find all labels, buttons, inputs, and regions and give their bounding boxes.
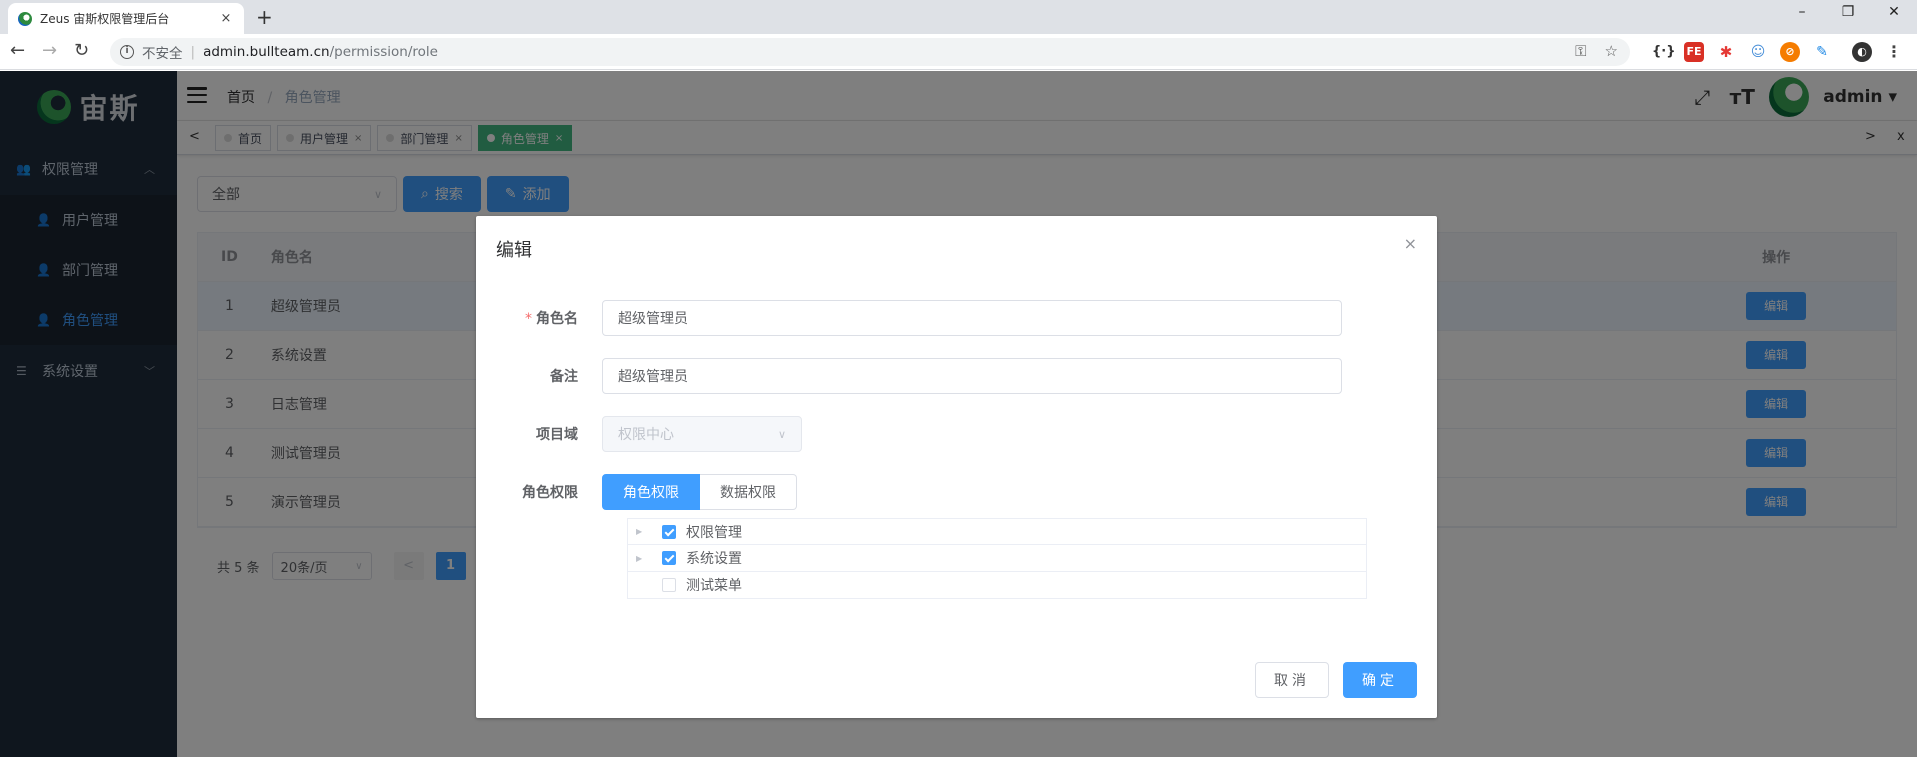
dialog-title: 编辑	[496, 240, 532, 261]
caret-right-icon[interactable]: ▶	[636, 527, 648, 536]
address-separator: |	[190, 44, 196, 60]
forward-icon[interactable]: →	[42, 42, 57, 60]
tree-node-label: 系统设置	[686, 551, 742, 567]
caret-right-icon[interactable]: ▶	[636, 554, 648, 563]
browser-tab[interactable]: Zeus 宙斯权限管理后台 ×	[8, 3, 244, 34]
domain-select[interactable]: 权限中心 ∨	[602, 416, 802, 452]
url-host: admin.bullteam.cn	[203, 44, 330, 60]
domain-select-value: 权限中心	[618, 427, 674, 443]
key-icon[interactable]: ⚿	[1575, 42, 1586, 60]
bookmark-star-icon[interactable]: ☆	[1605, 42, 1618, 60]
address-bar[interactable]: i 不安全 | admin.bullteam.cn /permission/ro…	[110, 38, 1630, 66]
reload-icon[interactable]: ↻	[74, 42, 89, 60]
domain-label: 项目域	[536, 427, 578, 443]
robot-extension-icon[interactable]: ☺	[1748, 42, 1768, 62]
confirm-button[interactable]: 确定	[1343, 662, 1417, 698]
remark-label: 备注	[550, 369, 578, 385]
form-row-domain: 项目域 权限中心 ∨	[476, 416, 1437, 452]
orange-extension-icon[interactable]: ⊘	[1780, 42, 1800, 62]
browser-tab-title: Zeus 宙斯权限管理后台	[40, 12, 170, 26]
url-path: /permission/role	[329, 44, 438, 60]
permission-label: 角色权限	[522, 485, 578, 501]
tree-node[interactable]: ▶ 系统设置	[627, 545, 1367, 572]
role-name-input[interactable]: 超级管理员	[602, 300, 1342, 336]
close-tab-icon[interactable]: ×	[218, 11, 234, 26]
permission-tree: ▶ 权限管理 ▶ 系统设置 测试菜单	[627, 518, 1367, 599]
insecure-label: 不安全	[142, 46, 183, 62]
minimize-window-button[interactable]: –	[1779, 4, 1825, 20]
browser-toolbar: ← → ↻ i 不安全 | admin.bullteam.cn /permiss…	[0, 34, 1917, 70]
eyedropper-extension-icon[interactable]: ✎	[1812, 42, 1832, 62]
checkbox[interactable]	[662, 524, 676, 539]
close-icon[interactable]: ×	[1404, 234, 1417, 253]
permission-type-tabs: 角色权限 数据权限	[602, 474, 797, 510]
checkbox[interactable]	[662, 578, 676, 592]
chevron-down-icon: ∨	[777, 427, 786, 441]
tab-role-permission[interactable]: 角色权限	[602, 474, 700, 510]
form-row-permissions: 角色权限 角色权限 数据权限	[476, 474, 1437, 510]
profile-avatar-icon[interactable]: ◐	[1852, 42, 1872, 62]
asterisk-extension-icon[interactable]: ✱	[1716, 42, 1736, 62]
form-row-role-name: * 角色名 超级管理员	[476, 300, 1437, 336]
tree-node[interactable]: ▶ 权限管理	[627, 518, 1367, 545]
dialog-footer: 取消 确定	[1255, 662, 1417, 698]
required-mark: *	[525, 311, 532, 327]
browser-tabbar: Zeus 宙斯权限管理后台 × + – ❐ ✕	[0, 0, 1917, 34]
close-window-button[interactable]: ✕	[1871, 4, 1917, 20]
edit-role-dialog: 编辑 × * 角色名 超级管理员 备注 超级管理员 项目域 权限中心 ∨ 角色权限…	[476, 216, 1437, 718]
tree-node-label: 测试菜单	[686, 578, 742, 594]
tree-node[interactable]: 测试菜单	[627, 572, 1367, 599]
zeus-favicon-icon	[18, 11, 32, 26]
tab-data-permission[interactable]: 数据权限	[700, 474, 797, 510]
role-name-label-text: 角色名	[536, 311, 578, 327]
role-name-label: * 角色名	[476, 308, 602, 328]
cancel-button[interactable]: 取消	[1255, 662, 1329, 698]
site-info-icon[interactable]: i	[120, 45, 134, 59]
browser-menu-icon[interactable]: ⋮	[1884, 42, 1904, 62]
tree-node-label: 权限管理	[686, 524, 742, 541]
form-row-remark: 备注 超级管理员	[476, 358, 1437, 394]
maximize-window-button[interactable]: ❐	[1825, 4, 1871, 20]
remark-input[interactable]: 超级管理员	[602, 358, 1342, 394]
new-tab-button[interactable]: +	[256, 6, 273, 28]
json-extension-icon[interactable]: {·}	[1652, 42, 1675, 62]
checkbox[interactable]	[662, 551, 676, 565]
back-icon[interactable]: ←	[10, 42, 25, 60]
fe-extension-icon[interactable]: FE	[1684, 42, 1704, 62]
